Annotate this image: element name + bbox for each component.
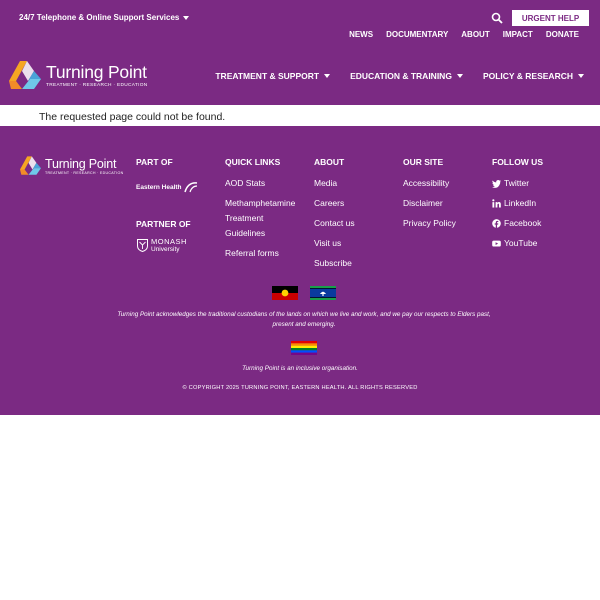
main-nav: TREATMENT & SUPPORT EDUCATION & TRAINING… <box>215 71 584 81</box>
facebook-label: Facebook <box>504 218 542 228</box>
site-footer: Turning Point TREATMENT · RESEARCH · EDU… <box>0 126 600 415</box>
caret-down-icon <box>324 74 331 78</box>
flags-row <box>272 286 336 300</box>
nav-donate[interactable]: DONATE <box>546 30 579 39</box>
nav-treatment-support[interactable]: TREATMENT & SUPPORT <box>215 71 331 81</box>
logo-name: Turning Point <box>46 61 147 82</box>
nav-education-training-label: EDUCATION & TRAINING <box>350 71 452 81</box>
twitter-label: Twitter <box>504 178 530 188</box>
link-careers[interactable]: Careers <box>314 196 355 211</box>
torres-strait-islander-flag-icon <box>310 286 336 300</box>
facebook-icon <box>492 219 501 228</box>
youtube-label: YouTube <box>504 238 538 248</box>
monash-logo-line2: University <box>151 246 180 253</box>
linkedin-icon <box>492 199 501 208</box>
monash-shield-icon <box>137 239 148 252</box>
twitter-icon <box>492 179 501 188</box>
about-heading: ABOUT <box>314 157 345 167</box>
part-of-heading: PART OF <box>136 157 173 167</box>
link-disclaimer[interactable]: Disclaimer <box>403 196 456 211</box>
link-linkedin[interactable]: LinkedIn <box>492 196 543 211</box>
linkedin-label: LinkedIn <box>504 198 537 208</box>
footer-logo[interactable]: Turning Point TREATMENT · RESEARCH · EDU… <box>19 155 123 176</box>
youtube-icon <box>492 240 501 247</box>
monash-logo-line1: MONASH <box>151 237 187 246</box>
quick-links-column: QUICK LINKS AOD Stats Methamphetamine Tr… <box>225 157 305 266</box>
nav-policy-research-label: POLICY & RESEARCH <box>482 71 573 81</box>
nav-impact[interactable]: IMPACT <box>503 30 533 39</box>
turning-point-logo-icon <box>9 61 41 89</box>
urgent-help-button[interactable]: URGENT HELP <box>512 10 589 26</box>
nav-policy-research[interactable]: POLICY & RESEARCH <box>483 71 584 81</box>
our-site-heading: OUR SITE <box>403 157 444 167</box>
follow-us-column: FOLLOW US Twitter LinkedIn Facebook YouT… <box>492 157 543 256</box>
link-methamphetamine-guidelines[interactable]: Methamphetamine Treatment Guidelines <box>225 196 305 241</box>
link-contact-us[interactable]: Contact us <box>314 216 355 231</box>
quick-links-heading: QUICK LINKS <box>225 157 281 167</box>
link-referral-forms[interactable]: Referral forms <box>225 246 305 261</box>
link-facebook[interactable]: Facebook <box>492 216 543 231</box>
link-youtube[interactable]: YouTube <box>492 236 543 251</box>
nav-treatment-support-label: TREATMENT & SUPPORT <box>215 71 320 81</box>
link-visit-us[interactable]: Visit us <box>314 236 355 251</box>
link-aod-stats[interactable]: AOD Stats <box>225 176 305 191</box>
eastern-health-logo-text: Eastern Health <box>136 183 182 191</box>
rainbow-pride-flag-icon <box>291 341 317 355</box>
link-privacy-policy[interactable]: Privacy Policy <box>403 216 456 231</box>
caret-down-icon <box>578 74 584 78</box>
caret-down-icon <box>456 74 463 78</box>
our-site-column: OUR SITE Accessibility Disclaimer Privac… <box>403 157 456 236</box>
link-subscribe[interactable]: Subscribe <box>314 256 355 271</box>
utility-nav: NEWS DOCUMENTARY ABOUT IMPACT DONATE <box>349 30 579 39</box>
monash-university-logo[interactable]: MONASH University <box>137 238 187 253</box>
acknowledgement-of-country: Turning Point acknowledges the tradition… <box>117 311 491 328</box>
footer-logo-tagline: TREATMENT · RESEARCH · EDUCATION <box>45 170 124 175</box>
turning-point-logo-icon <box>20 156 41 175</box>
logo-tagline: TREATMENT · RESEARCH · EDUCATION <box>46 82 148 88</box>
caret-down-icon <box>183 15 190 20</box>
link-accessibility[interactable]: Accessibility <box>403 176 456 191</box>
link-twitter[interactable]: Twitter <box>492 176 543 191</box>
follow-us-heading: FOLLOW US <box>492 157 543 167</box>
main-content: The requested page could not be found. <box>0 105 600 126</box>
site-logo[interactable]: Turning Point TREATMENT · RESEARCH · EDU… <box>8 59 148 91</box>
nav-news[interactable]: NEWS <box>349 30 373 39</box>
support-services-dropdown[interactable]: 24/7 Telephone & Online Support Services <box>19 13 190 22</box>
nav-about[interactable]: ABOUT <box>461 30 489 39</box>
not-found-message: The requested page could not be found. <box>39 111 226 123</box>
support-services-label: 24/7 Telephone & Online Support Services <box>19 13 180 22</box>
nav-education-training[interactable]: EDUCATION & TRAINING <box>350 71 463 81</box>
copyright-notice: © COPYRIGHT 2025 TURNING POINT, EASTERN … <box>182 385 418 391</box>
nav-documentary[interactable]: DOCUMENTARY <box>386 30 448 39</box>
search-icon[interactable] <box>491 12 503 24</box>
about-column: ABOUT Media Careers Contact us Visit us … <box>314 157 355 276</box>
eastern-health-swoosh-icon <box>183 182 197 193</box>
footer-logo-name: Turning Point <box>45 156 117 171</box>
eastern-health-logo[interactable]: Eastern Health <box>136 181 198 193</box>
site-header: 24/7 Telephone & Online Support Services… <box>0 0 600 105</box>
part-of-column: PART OF <box>136 157 173 167</box>
link-media[interactable]: Media <box>314 176 355 191</box>
inclusive-statement: Turning Point is an inclusive organisati… <box>242 365 358 372</box>
aboriginal-flag-icon <box>272 286 298 300</box>
partner-of-heading: PARTNER OF <box>136 219 191 229</box>
